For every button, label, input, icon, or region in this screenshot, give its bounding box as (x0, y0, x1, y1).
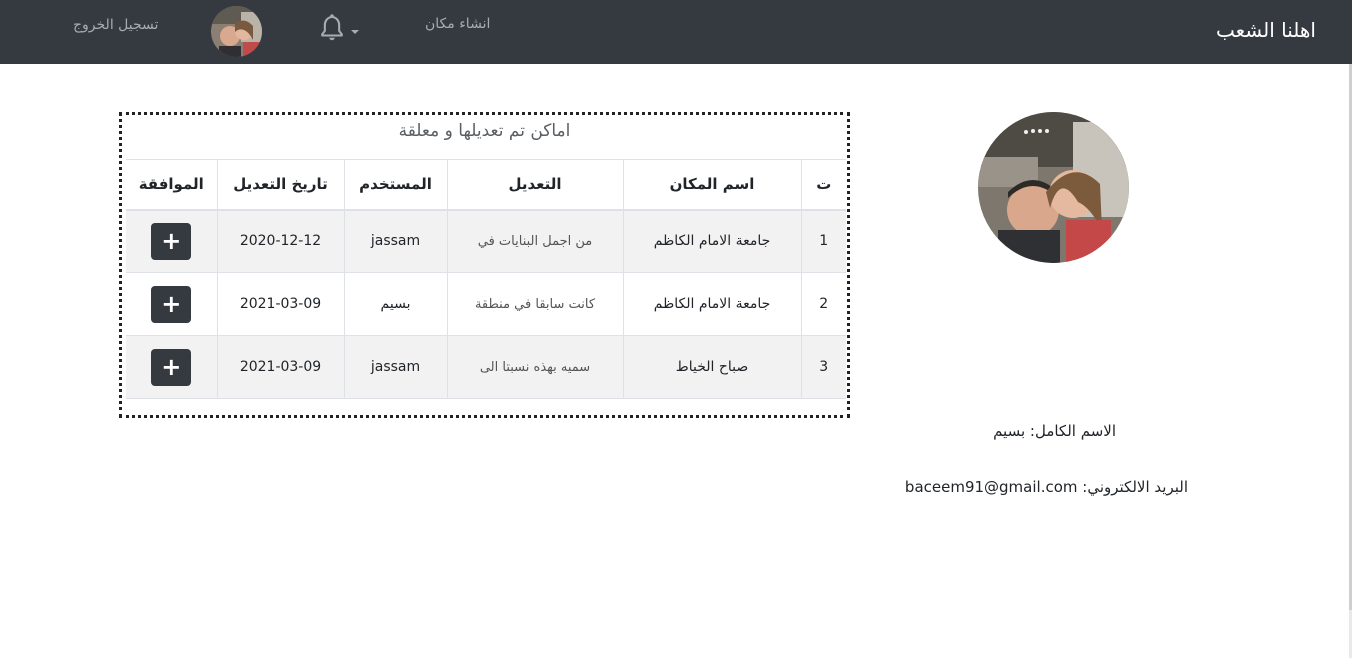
edit-text: من اجمل البنايات في (446, 209, 623, 273)
place-name: صباح الخياط (622, 335, 801, 399)
column-header-edit: التعديل (446, 159, 623, 211)
row-number: 2 (800, 272, 846, 336)
user-name: بسيم (343, 272, 447, 336)
column-header-user: المستخدم (343, 159, 447, 211)
table-row: 1 جامعة الامام الكاظم من اجمل البنايات ف… (126, 209, 846, 273)
approve-cell: + (126, 209, 217, 273)
table-row: 2 جامعة الامام الكاظم كانت سابقا في منطق… (126, 272, 846, 336)
create-place-link[interactable]: انشاء مكان (425, 16, 490, 32)
bell-icon[interactable] (318, 13, 346, 43)
brand-title[interactable]: اهلنا الشعب (1216, 18, 1316, 42)
place-name: جامعة الامام الكاظم (622, 272, 801, 336)
full-name-text: الاسم الكامل: بسيم (993, 422, 1116, 440)
column-header-approve: الموافقة (126, 159, 217, 211)
column-header-number: ت (800, 159, 846, 211)
approve-cell: + (126, 335, 217, 399)
row-number: 1 (800, 209, 846, 273)
edit-date: 2021-03-09 (216, 335, 344, 399)
panel-title: اماكن تم تعديلها و معلقة (398, 121, 571, 141)
approve-button[interactable]: + (151, 285, 192, 323)
edit-text: كانت سابقا في منطقة (446, 272, 623, 336)
table-row: 3 صباح الخياط سميه بهذه نسبتا الى jassam… (126, 335, 846, 399)
approve-button[interactable]: + (151, 348, 192, 386)
place-name: جامعة الامام الكاظم (622, 209, 801, 273)
edit-date: 2020-12-12 (216, 209, 344, 273)
user-name: jassam (343, 335, 447, 399)
caret-down-icon[interactable] (351, 30, 359, 34)
table-header-row: ت اسم المكان التعديل المستخدم تاريخ التع… (126, 159, 846, 211)
logout-link[interactable]: تسجيل الخروج (73, 17, 158, 33)
pending-edits-table: ت اسم المكان التعديل المستخدم تاريخ التع… (126, 159, 846, 399)
approve-button[interactable]: + (151, 222, 192, 260)
column-header-place: اسم المكان (622, 159, 801, 211)
email-text: البريد الالكتروني: baceem91@gmail.com (904, 478, 1188, 496)
navbar-avatar[interactable] (211, 6, 262, 57)
column-header-date: تاريخ التعديل (216, 159, 344, 211)
top-navbar: اهلنا الشعب انشاء مكان تسجيل الخروج (0, 0, 1352, 64)
pending-places-panel: اماكن تم تعديلها و معلقة ت اسم المكان ال… (119, 112, 850, 418)
approve-cell: + (126, 272, 217, 336)
row-number: 3 (800, 335, 846, 399)
edit-date: 2021-03-09 (216, 272, 344, 336)
profile-avatar (978, 112, 1129, 263)
edit-text: سميه بهذه نسبتا الى (446, 335, 623, 399)
user-name: jassam (343, 209, 447, 273)
